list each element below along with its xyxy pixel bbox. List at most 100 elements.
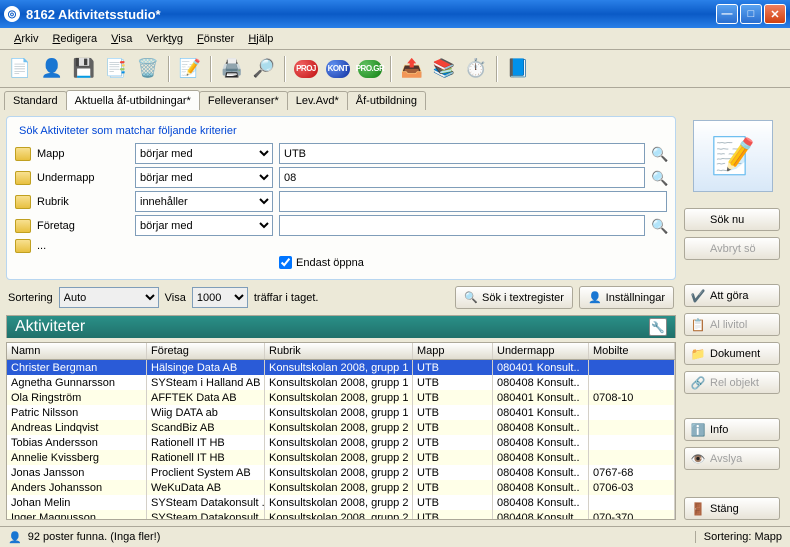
edit-icon[interactable]: 📝 [178,57,202,81]
table-row[interactable]: Andreas LindqvistScandBiz ABKonsultskola… [7,420,675,435]
cell-namn: Patric Nilsson [7,405,147,420]
status-right: Sortering: Mapp [695,531,782,543]
grid-options-button[interactable]: 🔧 [649,318,667,336]
new-icon[interactable]: 📄 [8,57,32,81]
grid-body[interactable]: Christer BergmanHälsinge Data ABKonsults… [7,360,675,519]
table-row[interactable]: Christer BergmanHälsinge Data ABKonsults… [7,360,675,375]
menu-arkiv[interactable]: Arkiv [8,31,44,47]
statusbar: 👤 92 poster funna. (Inga fler!) Sorterin… [0,526,790,547]
books-icon[interactable]: 📚 [432,57,456,81]
menu-hjalp[interactable]: Hjälp [242,31,279,47]
endast-oppna-checkbox[interactable] [279,256,292,269]
search-mapp-icon[interactable]: 🔍 [651,146,667,162]
cell-namn: Anders Johansson [7,480,147,495]
search-foretag-icon[interactable]: 🔍 [651,218,667,234]
input-rubrik[interactable] [279,191,667,212]
visa-label: Visa [165,292,186,304]
avslya-button: 👁️Avslya [684,447,780,470]
badge-kont[interactable]: KONT [326,57,350,81]
dokument-button[interactable]: 📁Dokument [684,342,780,365]
cell-mobilte [589,420,675,435]
badge-prog[interactable]: PRO.GR [358,57,382,81]
col-namn[interactable]: Namn [7,343,147,359]
save-icon[interactable]: 💾 [72,57,96,81]
folder-icon [15,239,31,253]
print-icon[interactable]: 🖨️ [220,57,244,81]
col-mobilte[interactable]: Mobilte [589,343,675,359]
delete-icon[interactable]: 🗑️ [136,57,160,81]
preview-icon[interactable]: 🔎 [252,57,276,81]
maximize-button[interactable]: □ [740,4,762,24]
grid: Namn Företag Rubrik Mapp Undermapp Mobil… [6,342,676,520]
label-foretag: Företag [37,220,129,232]
sok-textregister-button[interactable]: 🔍Sök i textregister [455,286,573,309]
toolbar: 📄 👤 💾 📑 🗑️ 📝 🖨️ 🔎 PROJ KONT PRO.GR 📤 📚 ⏱… [0,50,790,88]
table-row[interactable]: Agnetha GunnarssonSYSteam i Halland ABKo… [7,375,675,390]
badge-proj[interactable]: PROJ [294,57,318,81]
cell-foretag: SYSteam i Halland AB [147,375,265,390]
cell-undermapp: 080408 Konsult.. [493,435,589,450]
export-icon[interactable]: 📤 [400,57,424,81]
op-undermapp[interactable]: börjar med [135,167,273,188]
search-undermapp-icon[interactable]: 🔍 [651,170,667,186]
app-icon: ◎ [4,6,20,22]
menu-fonster[interactable]: Fönster [191,31,240,47]
add-person-icon[interactable]: 👤 [40,57,64,81]
close-button[interactable]: ✕ [764,4,786,24]
menu-visa[interactable]: Visa [105,31,138,47]
cell-undermapp: 080408 Konsult.. [493,480,589,495]
minimize-button[interactable]: — [716,4,738,24]
att-gora-button[interactable]: ✔️Att göra [684,284,780,307]
saveall-icon[interactable]: 📑 [104,57,128,81]
col-mapp[interactable]: Mapp [413,343,493,359]
table-row[interactable]: Annelie KvissbergRationell IT HBKonsults… [7,450,675,465]
col-foretag[interactable]: Företag [147,343,265,359]
tab-aktuella[interactable]: Aktuella åf-utbildningar* [66,90,200,110]
table-row[interactable]: Inger MagnussonSYSteam Datakonsult ..Kon… [7,510,675,519]
table-row[interactable]: Anders JohanssonWeKuData ABKonsultskolan… [7,480,675,495]
table-row[interactable]: Jonas JanssonProclient System ABKonsults… [7,465,675,480]
label-undermapp: Undermapp [37,172,129,184]
cell-undermapp: 080401 Konsult.. [493,390,589,405]
menu-fonster-label: önster [204,33,235,45]
tab-standard[interactable]: Standard [4,91,67,110]
visa-select[interactable]: 1000 [192,287,248,308]
label-extra[interactable]: ... [37,240,129,252]
status-left: 92 poster funna. (Inga fler!) [28,531,161,543]
info-button[interactable]: ℹ️Info [684,418,780,441]
sortering-select[interactable]: Auto [59,287,159,308]
op-foretag[interactable]: börjar med [135,215,273,236]
input-foretag[interactable] [279,215,645,236]
table-row[interactable]: Johan MelinSYSteam Datakonsult ..Konsult… [7,495,675,510]
grid-title-bar: Aktiviteter 🔧 [6,315,676,338]
sok-nu-button[interactable]: Sök nu [684,208,780,231]
stang-button[interactable]: 🚪Stäng [684,497,780,520]
tab-levavd[interactable]: Lev.Avd* [287,91,348,110]
search-legend: Sök Aktiviteter som matchar följande kri… [15,125,241,137]
op-mapp[interactable]: börjar med [135,143,273,164]
table-row[interactable]: Patric NilssonWiig DATA abKonsultskolan … [7,405,675,420]
installningar-button[interactable]: 👤Inställningar [579,286,674,309]
input-undermapp[interactable] [279,167,645,188]
op-rubrik[interactable]: innehåller [135,191,273,212]
document-icon: 📁 [691,347,705,361]
grid-title-label: Aktiviteter [15,318,85,336]
input-mapp[interactable] [279,143,645,164]
cell-rubrik: Konsultskolan 2008, grupp 2 [265,510,413,519]
tab-afutbildning[interactable]: Åf-utbildning [347,91,426,110]
table-row[interactable]: Ola RingströmAFFTEK Data ABKonsultskolan… [7,390,675,405]
cell-foretag: ScandBiz AB [147,420,265,435]
tab-felleveranser[interactable]: Felleveranser* [199,91,288,110]
search-criteria-group: Sök Aktiviteter som matchar följande kri… [6,116,676,280]
cell-foretag: Hälsinge Data AB [147,360,265,375]
menu-redigera[interactable]: Redigera [46,31,103,47]
table-row[interactable]: Tobias AnderssonRationell IT HBKonsultsk… [7,435,675,450]
cell-mapp: UTB [413,390,493,405]
col-rubrik[interactable]: Rubrik [265,343,413,359]
cell-mobilte: 0767-68 [589,465,675,480]
menu-verktyg[interactable]: Verktyg [140,31,189,47]
menu-visa-label: isa [118,33,132,45]
help-icon[interactable]: 📘 [506,57,530,81]
col-undermapp[interactable]: Undermapp [493,343,589,359]
timer-icon[interactable]: ⏱️ [464,57,488,81]
